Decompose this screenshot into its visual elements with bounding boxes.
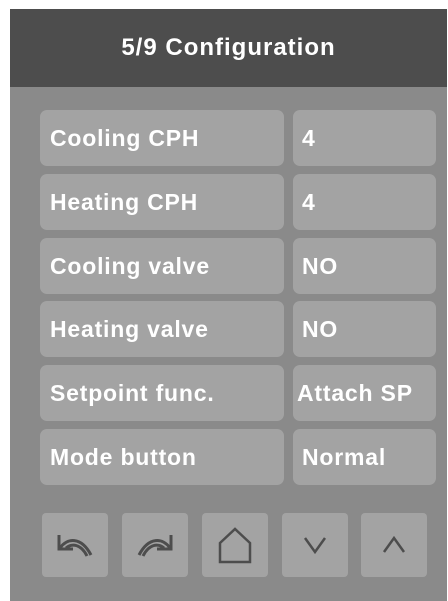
- setting-label: Setpoint func.: [40, 365, 284, 421]
- setting-label: Mode button: [40, 429, 284, 485]
- setting-value-field[interactable]: Attach SP: [293, 365, 436, 421]
- setting-row-setpoint-func: Setpoint func. Attach SP: [10, 365, 447, 421]
- setting-label: Cooling CPH: [40, 110, 284, 166]
- up-button[interactable]: [361, 513, 427, 577]
- undo-arrow-icon: [57, 535, 93, 557]
- setting-label: Cooling valve: [40, 238, 284, 294]
- setting-label: Heating CPH: [40, 174, 284, 230]
- back-button[interactable]: [42, 513, 108, 577]
- down-button[interactable]: [282, 513, 348, 577]
- setting-row-cooling-valve: Cooling valve NO: [10, 238, 447, 294]
- setting-value-field[interactable]: Normal: [293, 429, 436, 485]
- redo-arrow-icon: [137, 535, 173, 557]
- home-icon: [218, 527, 252, 564]
- page-title: 5/9 Configuration: [121, 34, 336, 61]
- setting-row-mode-button: Mode button Normal: [10, 429, 447, 485]
- setting-value-field[interactable]: 4: [293, 110, 436, 166]
- configuration-screen: 5/9 Configuration Cooling CPH 4 Heating …: [10, 9, 447, 601]
- home-button[interactable]: [202, 513, 268, 577]
- setting-row-heating-cph: Heating CPH 4: [10, 174, 447, 230]
- setting-value-field[interactable]: 4: [293, 174, 436, 230]
- setting-label: Heating valve: [40, 301, 284, 357]
- forward-button[interactable]: [122, 513, 188, 577]
- setting-row-heating-valve: Heating valve NO: [10, 301, 447, 357]
- chevron-down-icon: [303, 537, 327, 555]
- setting-row-cooling-cph: Cooling CPH 4: [10, 110, 447, 166]
- chevron-up-icon: [382, 535, 406, 553]
- header-bar: 5/9 Configuration: [10, 9, 447, 87]
- setting-value-field[interactable]: NO: [293, 238, 436, 294]
- setting-value-field[interactable]: NO: [293, 301, 436, 357]
